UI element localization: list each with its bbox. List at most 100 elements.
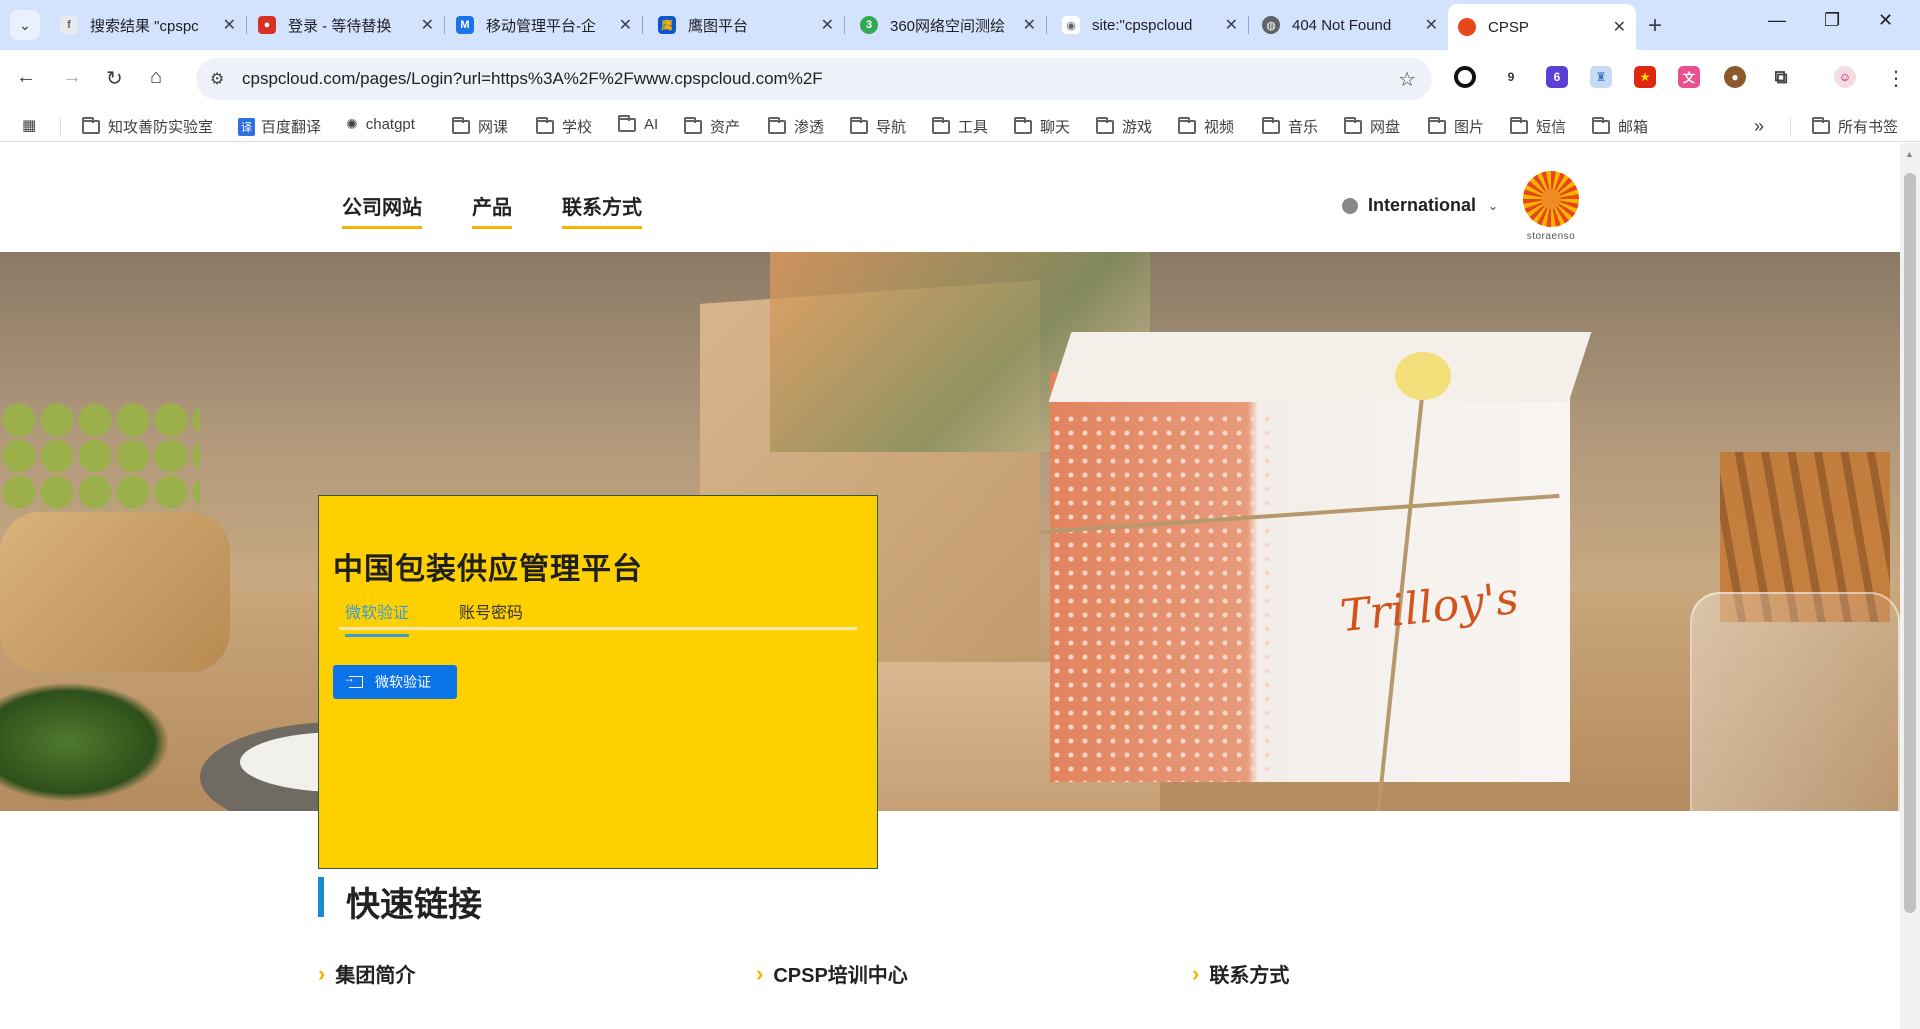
browser-tab[interactable]: ◍ 404 Not Found ✕ (1252, 6, 1448, 44)
chevron-right-icon: › (1192, 960, 1200, 986)
bookmark-folder[interactable]: 聊天 (1014, 116, 1070, 137)
browser-tab[interactable]: M 移动管理平台-企 ✕ (446, 6, 643, 44)
bookmark-folder[interactable]: 游戏 (1096, 116, 1152, 137)
folder-icon (850, 116, 868, 134)
home-icon[interactable]: ⌂ (150, 66, 162, 89)
bookmark-folder[interactable]: 学校 (536, 116, 592, 137)
quick-link-group-intro[interactable]: › 集团简介 (318, 959, 415, 988)
sun-logo-icon (1523, 171, 1579, 227)
tab-microsoft-auth[interactable]: 微软验证 (345, 599, 410, 637)
tab-account-password[interactable]: 账号密码 (459, 599, 523, 623)
red-favicon-icon: ● (258, 16, 276, 34)
folder-icon (618, 114, 636, 132)
bookmark-folder[interactable]: 图片 (1428, 116, 1484, 137)
quick-links-title: 快速链接 (346, 886, 482, 924)
close-icon[interactable]: ✕ (223, 15, 236, 35)
puzzle-badge-extension-icon[interactable]: 9 (1500, 66, 1522, 88)
translate-extension-icon[interactable]: 文 (1678, 66, 1700, 88)
bookmark-folder[interactable]: AI (618, 114, 658, 133)
site-info-icon[interactable]: ⚙ (210, 69, 224, 89)
menu-kebab-icon[interactable]: ⋮ (1886, 66, 1906, 91)
bookmark-folder[interactable]: 邮箱 (1592, 116, 1648, 137)
platform-title: 中国包装供应管理平台 (333, 553, 643, 586)
bookmark-link[interactable]: ✺ chatgpt (346, 116, 415, 133)
back-icon[interactable]: ← (16, 66, 36, 89)
page-scrollbar[interactable]: ▲ (1900, 143, 1920, 1029)
microsoft-auth-button[interactable]: 微软验证 (333, 665, 457, 699)
china-flag-extension-icon[interactable]: ★ (1634, 66, 1656, 88)
nav-products[interactable]: 产品 (472, 191, 512, 229)
browser-tab[interactable]: ◉ site:"cpspcloud ✕ (1052, 6, 1249, 44)
bookmark-folder[interactable]: 导航 (850, 116, 906, 137)
browser-tab[interactable]: ● 登录 - 等待替换 ✕ (248, 6, 445, 44)
quick-link-training-center[interactable]: › CPSP培训中心 (756, 959, 908, 988)
url-text[interactable]: cpspcloud.com/pages/Login?url=https%3A%2… (242, 69, 823, 89)
bookmark-folder[interactable]: 资产 (684, 116, 740, 137)
chevron-down-icon: ⌄ (19, 16, 31, 33)
bookmark-folder[interactable]: 视频 (1178, 116, 1234, 137)
cookie-extension-icon[interactable]: ● (1724, 66, 1746, 88)
new-tab-icon[interactable]: + (1648, 12, 1662, 40)
bookmark-folder[interactable]: 音乐 (1262, 116, 1318, 137)
nav-company-website[interactable]: 公司网站 (342, 191, 422, 229)
browser-tab[interactable]: 鹰 鹰图平台 ✕ (648, 6, 845, 44)
minimize-icon[interactable]: — (1768, 10, 1786, 31)
scrollbar-thumb[interactable] (1904, 173, 1916, 913)
stora-enso-logo[interactable]: storaenso (1520, 171, 1582, 251)
profile-avatar-icon[interactable]: ☺ (1834, 66, 1856, 88)
close-icon[interactable]: ✕ (1023, 15, 1036, 35)
chevron-right-icon: › (756, 960, 764, 986)
scroll-up-icon[interactable]: ▲ (1905, 149, 1914, 159)
bookmark-folder[interactable]: 渗透 (768, 116, 824, 137)
forward-icon[interactable]: → (62, 66, 82, 89)
close-icon[interactable]: ✕ (619, 15, 632, 35)
browser-toolbar: ← → ↻ ⌂ ⚙ cpspcloud.com/pages/Login?url=… (0, 50, 1920, 108)
circle-extension-icon[interactable] (1454, 66, 1476, 88)
close-icon[interactable]: ✕ (1425, 15, 1438, 35)
folder-icon (768, 116, 786, 134)
bookmark-folder[interactable]: 知攻善防实验室 (82, 116, 213, 137)
close-icon[interactable]: ✕ (1225, 15, 1238, 35)
close-icon[interactable]: ✕ (821, 15, 834, 35)
folder-icon (1428, 116, 1446, 134)
extensions-puzzle-icon[interactable]: ⧉ (1770, 66, 1792, 88)
eye-favicon-icon: ◉ (1062, 16, 1080, 34)
trophy-extension-icon[interactable]: ♜ (1590, 66, 1612, 88)
address-bar[interactable]: ⚙ cpspcloud.com/pages/Login?url=https%3A… (196, 58, 1432, 100)
close-icon[interactable]: ✕ (421, 15, 434, 35)
folder-icon (932, 116, 950, 134)
eagle-favicon-icon: 鹰 (658, 16, 676, 34)
m-favicon-icon: M (456, 16, 474, 34)
browser-tab-active[interactable]: CPSP ✕ (1448, 4, 1636, 50)
folder-icon (1344, 116, 1362, 134)
close-icon[interactable]: ✕ (1613, 17, 1626, 37)
folder-icon (536, 116, 554, 134)
folder-icon (1592, 116, 1610, 134)
360-favicon-icon: 3 (860, 16, 878, 34)
globe-favicon-icon: ◍ (1262, 16, 1280, 34)
language-selector[interactable]: International ⌄ (1342, 195, 1498, 216)
bookmark-link[interactable]: 译百度翻译 (238, 116, 321, 137)
bookmark-folder[interactable]: 短信 (1510, 116, 1566, 137)
folder-icon (1014, 116, 1032, 134)
tab-search-button[interactable]: ⌄ (10, 10, 40, 40)
nav-contact[interactable]: 联系方式 (562, 191, 642, 229)
browser-tab[interactable]: 3 360网络空间测绘 ✕ (850, 6, 1047, 44)
folder-icon (1096, 116, 1114, 134)
apps-grid-icon[interactable]: ▦ (22, 116, 36, 134)
more-bookmarks-icon[interactable]: » (1754, 116, 1764, 137)
folder-icon (82, 116, 100, 134)
chevron-down-icon: ⌄ (1488, 198, 1499, 213)
bookmark-folder[interactable]: 工具 (932, 116, 988, 137)
close-window-icon[interactable]: ✕ (1878, 10, 1893, 31)
reload-icon[interactable]: ↻ (106, 66, 123, 91)
restore-icon[interactable]: ❐ (1824, 10, 1840, 31)
browser-tab[interactable]: f 搜索结果 "cpspc ✕ (50, 6, 247, 44)
folder-icon (1178, 116, 1196, 134)
bookmark-folder[interactable]: 网盘 (1344, 116, 1400, 137)
quick-link-contact[interactable]: › 联系方式 (1192, 959, 1289, 988)
all-bookmarks-folder[interactable]: 所有书签 (1812, 116, 1898, 137)
bookmark-folder[interactable]: 网课 (452, 116, 508, 137)
bookmark-star-icon[interactable]: ☆ (1398, 67, 1416, 92)
purple-extension-icon[interactable]: 6 (1546, 66, 1568, 88)
